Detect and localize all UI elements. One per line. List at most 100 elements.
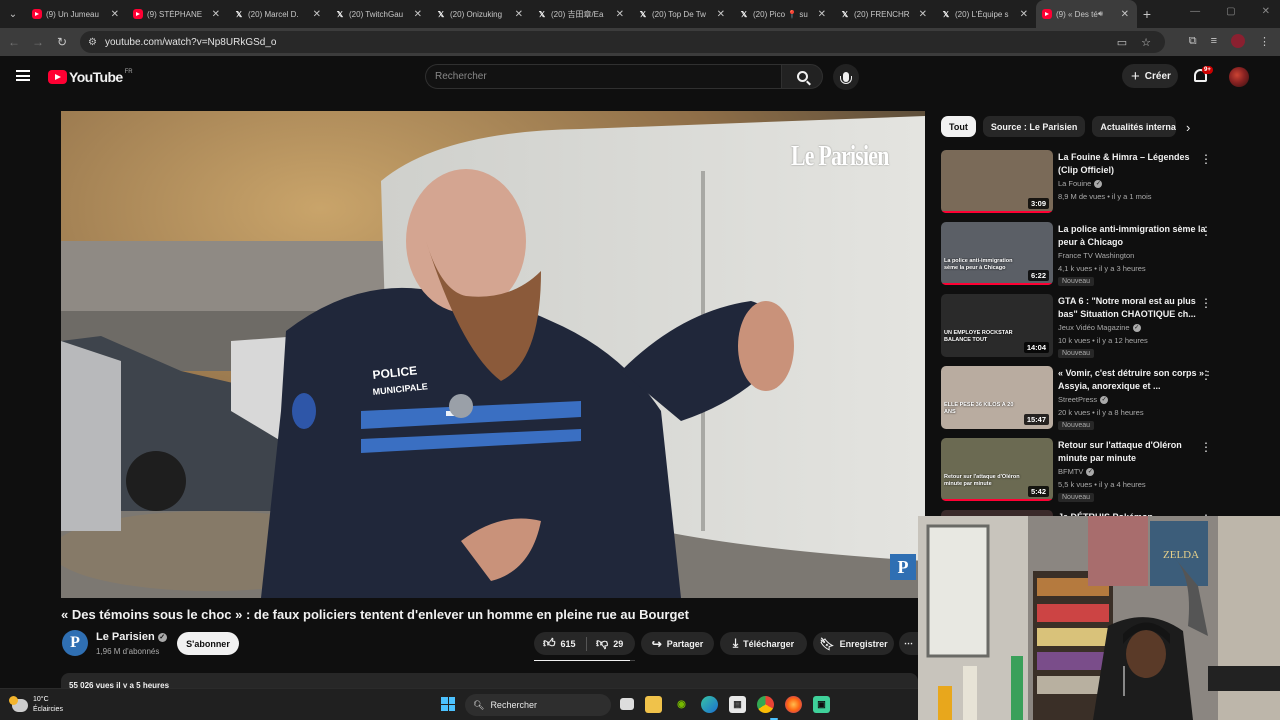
download-button[interactable]: ⤓ Télécharger xyxy=(720,632,807,655)
video-thumbnail[interactable]: 3:09 xyxy=(941,150,1053,213)
maximize-button[interactable]: ▢ xyxy=(1226,6,1235,17)
store-icon[interactable]: ▦ xyxy=(729,696,746,713)
extensions-icon[interactable]: ⧉ xyxy=(1189,35,1197,48)
video-thumbnail[interactable]: La police anti-immigration sème la peur … xyxy=(941,222,1053,285)
media-controls-icon[interactable]: ≡ xyxy=(1211,35,1217,47)
close-tab-icon[interactable]: ✕ xyxy=(919,9,927,20)
thumbnail-caption: UN EMPLOYÉ ROCKSTAR BALANCE TOUT xyxy=(944,330,1013,343)
forward-button[interactable]: → xyxy=(26,35,50,49)
youtube-logo[interactable]: YouTube FR xyxy=(48,69,133,85)
recommended-video-title[interactable]: La Fouine & Himra – Légendes (Clip Offic… xyxy=(1058,151,1210,177)
weather-widget[interactable]: 10°C Éclaircies xyxy=(9,695,63,715)
profile-icon[interactable] xyxy=(1231,34,1245,48)
browser-tab[interactable]: 𝕏 (20) Pico 📍 su ✕ xyxy=(733,0,834,28)
more-options-icon[interactable]: ⋮ xyxy=(1200,296,1212,310)
more-options-icon[interactable]: ⋮ xyxy=(1200,224,1212,238)
minimize-button[interactable]: — xyxy=(1190,6,1200,17)
recommended-video-title[interactable]: « Vomir, c'est détruire son corps » : As… xyxy=(1058,367,1210,393)
recommended-video-title[interactable]: Retour sur l'attaque d'Oléron minute par… xyxy=(1058,439,1210,465)
filter-chip[interactable]: Actualités internat xyxy=(1092,116,1177,137)
browser-tab[interactable]: 𝕏 (20) Top De Tw ✕ xyxy=(632,0,733,28)
close-tab-icon[interactable]: ✕ xyxy=(717,9,725,20)
recommended-video[interactable]: ELLE PÈSE 36 KILOS À 20 ANS 15:47 « Vomir,… xyxy=(941,366,1271,432)
tab-search-button[interactable]: ⌄ xyxy=(0,0,26,28)
dislike-button[interactable]: 👎︎ 29 xyxy=(587,636,623,651)
subscribe-button[interactable]: S'abonner xyxy=(177,632,239,655)
recommended-channel[interactable]: France TV Washington xyxy=(1058,251,1134,260)
menu-icon[interactable] xyxy=(16,70,30,81)
video-thumbnail[interactable]: ELLE PÈSE 36 KILOS À 20 ANS 15:47 xyxy=(941,366,1053,429)
more-options-icon[interactable]: ⋮ xyxy=(1200,440,1212,454)
browser-tab[interactable]: 𝕏 (20) Onizuking ✕ xyxy=(430,0,531,28)
firefox-icon[interactable] xyxy=(785,696,802,713)
video-thumbnail[interactable]: Retour sur l'attaque d'Oléron minute par… xyxy=(941,438,1053,501)
close-window-button[interactable]: ✕ xyxy=(1262,6,1270,17)
browser-tab[interactable]: 𝕏 (20) TwitchGau ✕ xyxy=(329,0,430,28)
like-button[interactable]: 👍︎ 615 xyxy=(534,636,586,651)
recommended-video[interactable]: Retour sur l'attaque d'Oléron minute par… xyxy=(941,438,1271,504)
app-icon[interactable]: ▣ xyxy=(813,696,830,713)
recommended-channel[interactable]: La Fouine ✓ xyxy=(1058,179,1103,188)
reload-button[interactable]: ↻ xyxy=(50,35,74,49)
close-tab-icon[interactable]: ✕ xyxy=(818,9,826,20)
browser-tab[interactable]: 𝕏 (20) FRENCHR ✕ xyxy=(834,0,935,28)
more-actions-button[interactable]: ⋯ xyxy=(899,632,918,655)
filter-chip[interactable]: Source : Le Parisien xyxy=(982,116,1086,137)
edge-icon[interactable] xyxy=(701,696,718,713)
recommended-video-title[interactable]: La police anti-immigration sème la peur … xyxy=(1058,223,1210,249)
browser-tab[interactable]: (9) STÉPHANE ✕ xyxy=(127,0,228,28)
close-tab-icon[interactable]: ✕ xyxy=(111,9,119,20)
recommended-channel[interactable]: Jeux Vidéo Magazine ✓ xyxy=(1058,323,1141,332)
file-explorer-icon[interactable] xyxy=(645,696,662,713)
address-bar[interactable]: ⚙ youtube.com/watch?v=Np8URkGSd_o ▭ ☆ xyxy=(80,31,1165,53)
taskbar-search[interactable]: 🔍︎ Rechercher xyxy=(465,694,611,716)
close-tab-icon[interactable]: ✕ xyxy=(1121,9,1129,20)
close-tab-icon[interactable]: ✕ xyxy=(1020,9,1028,20)
voice-search-button[interactable] xyxy=(833,64,859,90)
chrome-icon[interactable] xyxy=(757,696,774,713)
windows-start-icon[interactable] xyxy=(441,697,455,711)
video-thumbnail[interactable]: UN EMPLOYÉ ROCKSTAR BALANCE TOUT 14:04 xyxy=(941,294,1053,357)
channel-watermark-badge[interactable]: P xyxy=(890,554,916,580)
speaker-icon[interactable]: 🔊︎ xyxy=(1098,9,1103,19)
browser-tab[interactable]: 𝕏 (20) Marcel D. ✕ xyxy=(228,0,329,28)
browser-tab[interactable]: 𝕏 (20) 吉田章/Ea ✕ xyxy=(531,0,632,28)
search-button[interactable] xyxy=(781,64,823,89)
close-tab-icon[interactable]: ✕ xyxy=(313,9,321,20)
create-button[interactable]: + Créer xyxy=(1122,64,1178,88)
close-tab-icon[interactable]: ✕ xyxy=(414,9,422,20)
share-arrow-icon: ↪ xyxy=(651,636,662,651)
recommended-video[interactable]: La police anti-immigration sème la peur … xyxy=(941,222,1271,288)
chrome-menu-icon[interactable]: ⋮ xyxy=(1259,35,1270,48)
browser-tab[interactable]: 𝕏 (20) L'Équipe s ✕ xyxy=(935,0,1036,28)
task-view-icon[interactable] xyxy=(620,698,634,710)
account-avatar[interactable] xyxy=(1229,67,1249,87)
more-options-icon[interactable]: ⋮ xyxy=(1200,152,1212,166)
close-tab-icon[interactable]: ✕ xyxy=(616,9,624,20)
browser-tab[interactable]: (9) « Des té 🔊︎ ✕ xyxy=(1036,0,1137,28)
bookmark-star-icon[interactable]: ☆ xyxy=(1141,36,1151,49)
recommended-channel[interactable]: StreetPress ✓ xyxy=(1058,395,1109,404)
cast-icon[interactable]: ▭ xyxy=(1117,36,1127,49)
browser-tab[interactable]: (9) Un Jumeau ✕ xyxy=(26,0,127,28)
recommended-video[interactable]: 3:09 La Fouine & Himra – Légendes (Clip O… xyxy=(941,150,1271,216)
filter-chip[interactable]: Tout xyxy=(941,116,976,137)
save-button[interactable]: 🔖︎ Enregistrer xyxy=(813,632,894,655)
video-player[interactable]: POLICE MUNICIPALE Le Parisien P xyxy=(61,111,925,598)
recommended-channel[interactable]: BFMTV ✓ xyxy=(1058,467,1095,476)
share-button[interactable]: ↪ Partager xyxy=(641,632,714,655)
close-tab-icon[interactable]: ✕ xyxy=(515,9,523,20)
back-button[interactable]: ← xyxy=(2,35,26,49)
nvidia-icon[interactable]: ◉ xyxy=(673,696,690,713)
recommended-video-title[interactable]: GTA 6 : "Notre moral est au plus bas" Si… xyxy=(1058,295,1210,321)
recommended-video[interactable]: UN EMPLOYÉ ROCKSTAR BALANCE TOUT 14:04 GTA… xyxy=(941,294,1271,360)
close-tab-icon[interactable]: ✕ xyxy=(212,9,220,20)
more-options-icon[interactable]: ⋮ xyxy=(1200,368,1212,382)
channel-name[interactable]: Le Parisien ✓ xyxy=(96,631,167,643)
recommended-channel-name: StreetPress xyxy=(1058,395,1098,404)
search-input[interactable]: Rechercher xyxy=(425,64,781,89)
site-info-icon[interactable]: ⚙ xyxy=(88,37,97,48)
new-tab-button[interactable]: + xyxy=(1137,6,1157,22)
chevron-right-icon[interactable]: › xyxy=(1186,120,1190,135)
channel-avatar[interactable]: P xyxy=(62,630,88,656)
